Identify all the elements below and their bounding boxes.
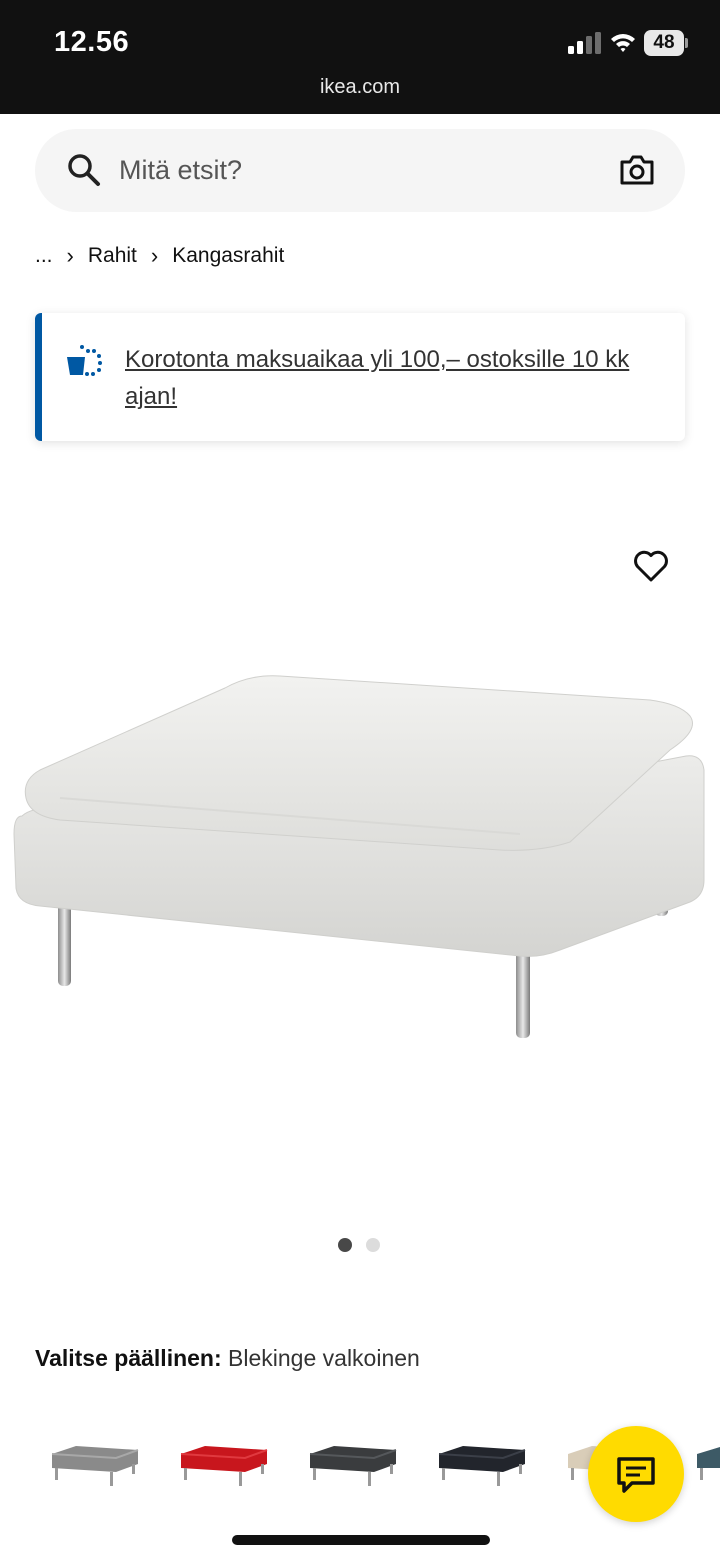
- swatch-grey[interactable]: [46, 1428, 144, 1490]
- battery-level: 48: [644, 30, 684, 56]
- cover-selection: Valitse päällinen: Blekinge valkoinen: [35, 1345, 420, 1372]
- home-indicator[interactable]: [232, 1535, 490, 1545]
- breadcrumb-more[interactable]: ...: [35, 244, 53, 268]
- status-bar: 12.56 48 ikea.com: [0, 0, 720, 114]
- wifi-icon: [611, 34, 635, 52]
- promo-accent-stripe: [35, 313, 42, 441]
- heart-icon[interactable]: [633, 549, 669, 583]
- signal-icon: [568, 32, 601, 54]
- battery-icon: 48: [644, 30, 688, 56]
- carousel-dot-2[interactable]: [366, 1238, 380, 1252]
- swatch-black[interactable]: [433, 1428, 531, 1490]
- payment-icon: [67, 345, 102, 376]
- breadcrumb: ... › Rahit › Kangasrahit: [35, 242, 284, 270]
- carousel-dot-1[interactable]: [338, 1238, 352, 1252]
- status-time: 12.56: [54, 26, 130, 58]
- breadcrumb-kangasrahit[interactable]: Kangasrahit: [172, 244, 284, 268]
- chevron-right-icon: ›: [66, 243, 74, 268]
- camera-icon[interactable]: [619, 153, 655, 187]
- browser-url[interactable]: ikea.com: [0, 76, 720, 99]
- search-input[interactable]: Mitä etsit?: [119, 155, 242, 186]
- chat-button[interactable]: [588, 1426, 684, 1522]
- cover-label: Valitse päällinen:: [35, 1345, 222, 1371]
- cover-selected-value: Blekinge valkoinen: [228, 1345, 420, 1371]
- promo-link[interactable]: Korotonta maksuaikaa yli 100,– ostoksill…: [125, 341, 670, 415]
- product-image[interactable]: [0, 620, 720, 1090]
- carousel-dots: [338, 1238, 380, 1252]
- swatch-dark-grey[interactable]: [304, 1428, 402, 1490]
- search-icon[interactable]: [67, 153, 101, 187]
- swatch-red[interactable]: [175, 1428, 273, 1490]
- chat-icon: [617, 1457, 655, 1493]
- breadcrumb-rahit[interactable]: Rahit: [88, 244, 137, 268]
- search-bar[interactable]: Mitä etsit?: [35, 129, 685, 212]
- promo-banner[interactable]: Korotonta maksuaikaa yli 100,– ostoksill…: [35, 313, 685, 441]
- chevron-right-icon: ›: [150, 243, 159, 268]
- swatch-teal[interactable]: [691, 1428, 720, 1490]
